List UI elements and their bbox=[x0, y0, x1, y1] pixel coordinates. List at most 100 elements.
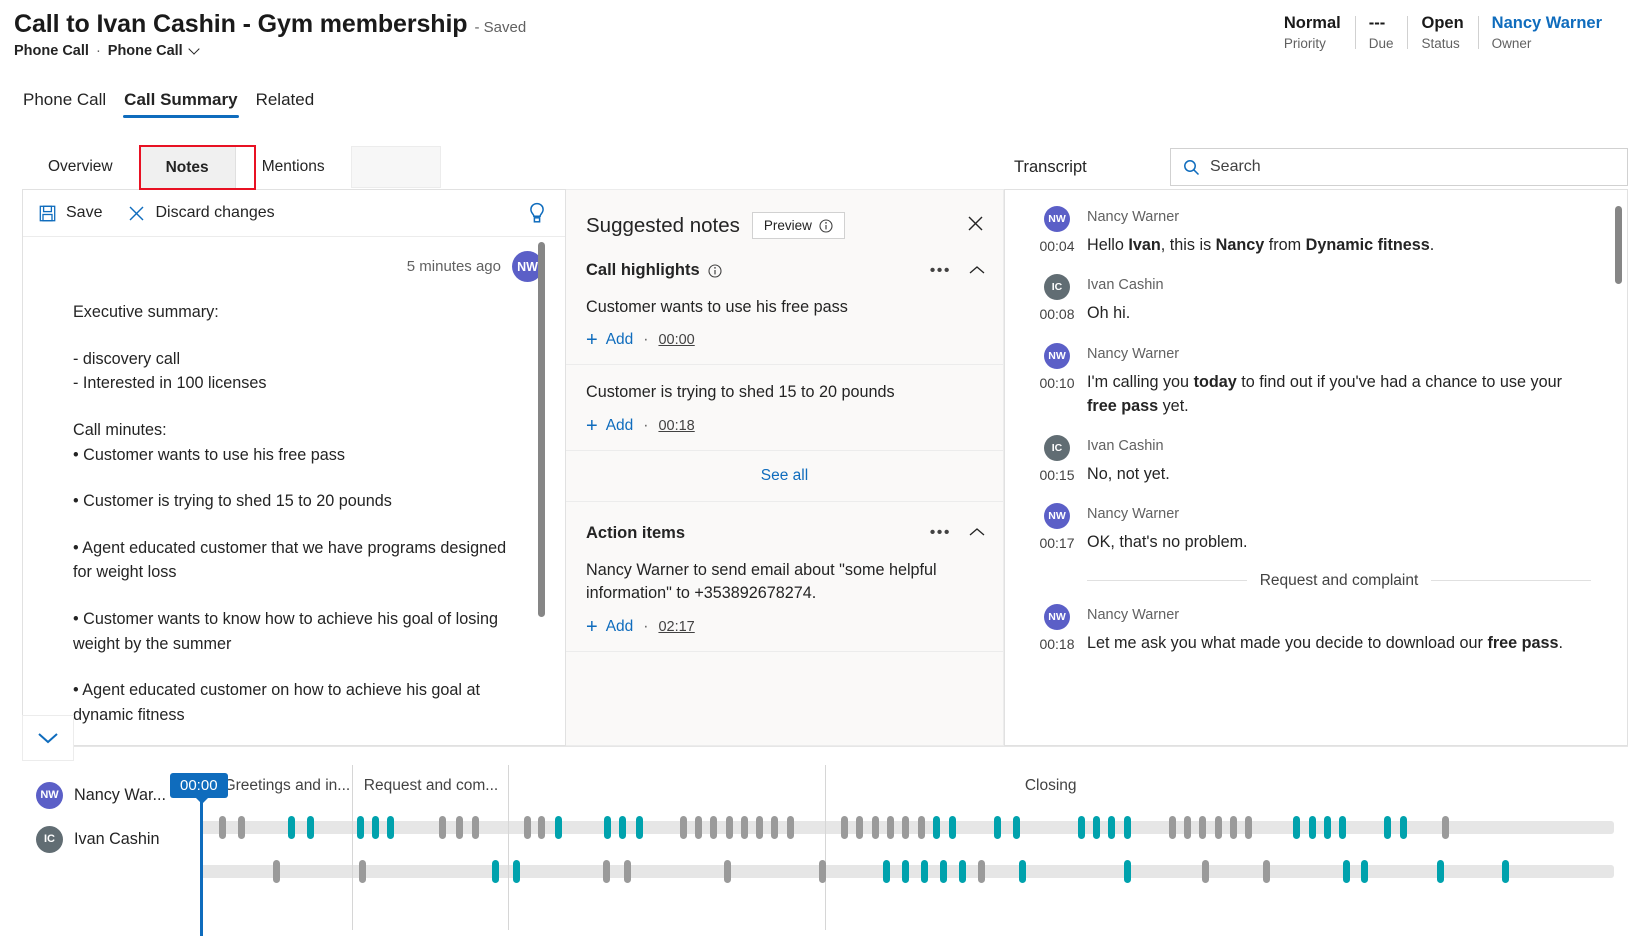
timeline-utterance-mark[interactable] bbox=[756, 816, 763, 839]
timeline-utterance-mark[interactable] bbox=[978, 860, 985, 883]
timeline-utterance-mark[interactable] bbox=[819, 860, 826, 883]
chevron-down-icon[interactable] bbox=[190, 46, 201, 57]
timeline-utterance-mark[interactable] bbox=[513, 860, 520, 883]
timeline-utterance-mark[interactable] bbox=[456, 816, 463, 839]
transcript-entry[interactable]: IC00:15Ivan CashinNo, not yet. bbox=[1027, 435, 1591, 486]
timeline-utterance-mark[interactable] bbox=[1013, 816, 1020, 839]
timeline-utterance-mark[interactable] bbox=[1343, 860, 1350, 883]
timeline-utterance-mark[interactable] bbox=[1400, 816, 1407, 839]
transcript-entry[interactable]: NW00:10Nancy WarnerI'm calling you today… bbox=[1027, 343, 1591, 419]
transcript-timestamp[interactable]: 00:17 bbox=[1039, 535, 1074, 551]
subtab-notes[interactable]: Notes bbox=[139, 146, 236, 188]
timeline-utterance-mark[interactable] bbox=[726, 816, 733, 839]
timeline-utterance-mark[interactable] bbox=[949, 816, 956, 839]
timeline-utterance-mark[interactable] bbox=[1202, 860, 1209, 883]
transcript-timestamp[interactable]: 00:10 bbox=[1039, 375, 1074, 391]
transcript-entry[interactable]: NW00:17Nancy WarnerOK, that's no problem… bbox=[1027, 503, 1591, 554]
timeline-utterance-mark[interactable] bbox=[902, 860, 909, 883]
timeline-utterance-mark[interactable] bbox=[902, 816, 909, 839]
tab-related[interactable]: Related bbox=[247, 82, 324, 118]
timeline-utterance-mark[interactable] bbox=[680, 816, 687, 839]
timeline-utterance-mark[interactable] bbox=[1245, 816, 1252, 839]
timeline-utterance-mark[interactable] bbox=[288, 816, 295, 839]
meta-owner-value[interactable]: Nancy Warner bbox=[1492, 12, 1602, 34]
timeline-utterance-mark[interactable] bbox=[524, 816, 531, 839]
timeline-utterance-mark[interactable] bbox=[1124, 860, 1131, 883]
timeline-utterance-mark[interactable] bbox=[439, 816, 446, 839]
timeline-utterance-mark[interactable] bbox=[538, 816, 545, 839]
timeline-utterance-mark[interactable] bbox=[1184, 816, 1191, 839]
discard-changes-button[interactable]: Discard changes bbox=[128, 204, 274, 222]
timeline-utterance-mark[interactable] bbox=[710, 816, 717, 839]
subtab-overview[interactable]: Overview bbox=[22, 146, 139, 188]
timeline-utterance-mark[interactable] bbox=[238, 816, 245, 839]
tab-call-summary[interactable]: Call Summary bbox=[115, 82, 246, 118]
timeline-utterance-mark[interactable] bbox=[387, 816, 394, 839]
timeline-utterance-mark[interactable] bbox=[1263, 860, 1270, 883]
timeline-utterance-mark[interactable] bbox=[1384, 816, 1391, 839]
timeline-utterance-mark[interactable] bbox=[856, 816, 863, 839]
timeline-utterance-mark[interactable] bbox=[1502, 860, 1509, 883]
timeline-utterance-mark[interactable] bbox=[921, 860, 928, 883]
transcript-scrollbar[interactable] bbox=[1615, 206, 1622, 284]
timeline-utterance-mark[interactable] bbox=[492, 860, 499, 883]
timeline-utterance-mark[interactable] bbox=[1215, 816, 1222, 839]
timeline-utterance-mark[interactable] bbox=[1093, 816, 1100, 839]
see-all-link[interactable]: See all bbox=[566, 451, 1003, 502]
timeline-utterance-mark[interactable] bbox=[555, 816, 562, 839]
more-options-icon[interactable]: ••• bbox=[930, 263, 951, 279]
timeline-utterance-mark[interactable] bbox=[771, 816, 778, 839]
timestamp-link[interactable]: 00:00 bbox=[658, 332, 694, 348]
timeline-utterance-mark[interactable] bbox=[1293, 816, 1300, 839]
timeline-utterance-mark[interactable] bbox=[372, 816, 379, 839]
timeline-utterance-mark[interactable] bbox=[1361, 860, 1368, 883]
timeline-utterance-mark[interactable] bbox=[1230, 816, 1237, 839]
timeline-utterance-mark[interactable] bbox=[787, 816, 794, 839]
transcript-entry[interactable]: NW00:04Nancy WarnerHello Ivan, this is N… bbox=[1027, 206, 1591, 257]
timeline-utterance-mark[interactable] bbox=[741, 816, 748, 839]
timeline-utterance-mark[interactable] bbox=[1199, 816, 1206, 839]
timeline-utterance-mark[interactable] bbox=[940, 860, 947, 883]
add-note-button[interactable]: + Add bbox=[586, 416, 633, 436]
notes-scrollbar[interactable] bbox=[538, 242, 545, 617]
transcript-timestamp[interactable]: 00:04 bbox=[1039, 238, 1074, 254]
meta-due[interactable]: --- Due bbox=[1355, 12, 1408, 53]
preview-badge[interactable]: Preview bbox=[752, 212, 845, 239]
meta-priority[interactable]: Normal Priority bbox=[1270, 12, 1355, 53]
timeline-utterance-mark[interactable] bbox=[1437, 860, 1444, 883]
notes-editor[interactable]: Executive summary: - discovery call - In… bbox=[23, 282, 565, 746]
timeline-utterance-mark[interactable] bbox=[273, 860, 280, 883]
meta-owner[interactable]: Nancy Warner Owner bbox=[1478, 12, 1616, 53]
timeline-utterance-mark[interactable] bbox=[918, 816, 925, 839]
timeline-track-area[interactable]: Greetings and in...Request and com...Clo… bbox=[200, 747, 1614, 944]
transcript-entry[interactable]: NW00:18Nancy WarnerLet me ask you what m… bbox=[1027, 604, 1591, 655]
timeline-utterance-mark[interactable] bbox=[1309, 816, 1316, 839]
subtab-blank[interactable] bbox=[351, 146, 441, 188]
chevron-up-icon[interactable] bbox=[969, 262, 985, 280]
subtab-mentions[interactable]: Mentions bbox=[236, 146, 351, 188]
timestamp-link[interactable]: 00:18 bbox=[658, 418, 694, 434]
add-note-button[interactable]: + Add bbox=[586, 617, 633, 637]
timeline-utterance-mark[interactable] bbox=[883, 860, 890, 883]
timestamp-link[interactable]: 02:17 bbox=[658, 619, 694, 635]
timeline-utterance-mark[interactable] bbox=[959, 860, 966, 883]
timeline-utterance-mark[interactable] bbox=[636, 816, 643, 839]
timeline-utterance-mark[interactable] bbox=[307, 816, 314, 839]
timeline-utterance-mark[interactable] bbox=[994, 816, 1001, 839]
timeline-utterance-mark[interactable] bbox=[1108, 816, 1115, 839]
timeline-utterance-mark[interactable] bbox=[695, 816, 702, 839]
save-button[interactable]: Save bbox=[39, 204, 102, 222]
tab-phone-call[interactable]: Phone Call bbox=[14, 82, 115, 118]
timeline-utterance-mark[interactable] bbox=[357, 816, 364, 839]
timeline-utterance-mark[interactable] bbox=[1169, 816, 1176, 839]
timeline-utterance-mark[interactable] bbox=[619, 816, 626, 839]
more-options-icon[interactable]: ••• bbox=[930, 525, 951, 541]
transcript-search[interactable]: Search bbox=[1170, 148, 1628, 186]
transcript-entry[interactable]: IC00:08Ivan CashinOh hi. bbox=[1027, 274, 1591, 325]
breadcrumb-form[interactable]: Phone Call bbox=[108, 43, 183, 59]
transcript-timestamp[interactable]: 00:15 bbox=[1039, 467, 1074, 483]
timeline-utterance-mark[interactable] bbox=[1324, 816, 1331, 839]
transcript-timestamp[interactable]: 00:08 bbox=[1039, 306, 1074, 322]
timeline-utterance-mark[interactable] bbox=[724, 860, 731, 883]
collapse-timeline-button[interactable] bbox=[22, 715, 74, 761]
